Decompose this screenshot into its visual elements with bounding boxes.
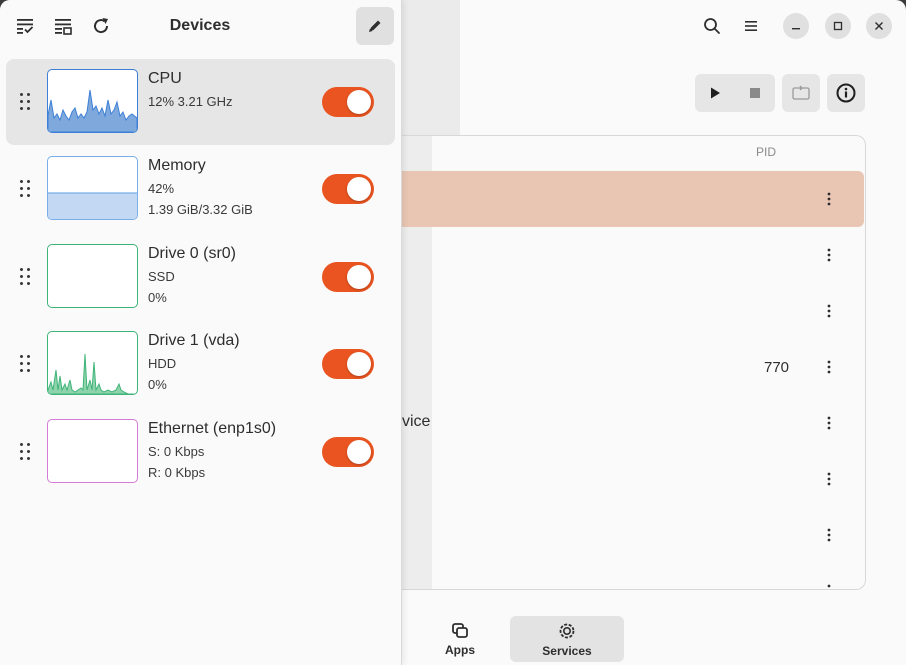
minimize-icon xyxy=(792,28,800,30)
device-row-memory[interactable]: Memory 42% 1.39 GiB/3.32 GiB xyxy=(6,146,395,232)
main-sidebar-strip xyxy=(402,0,460,135)
device-name: Drive 0 (sr0) xyxy=(148,245,237,262)
kebab-icon xyxy=(827,360,831,374)
restart-icon xyxy=(792,85,810,100)
device-detail: 0% xyxy=(148,290,167,305)
stop-icon xyxy=(750,88,760,98)
service-row[interactable] xyxy=(402,451,864,507)
service-row[interactable] xyxy=(402,283,864,339)
restart-service-button[interactable] xyxy=(782,74,820,112)
search-icon xyxy=(704,18,720,34)
panel-title: Devices xyxy=(169,17,231,34)
view-switcher-bar: Apps Services xyxy=(402,600,906,665)
drive0-graph-thumbnail xyxy=(47,244,138,308)
kebab-icon xyxy=(827,528,831,542)
stop-service-button[interactable] xyxy=(735,74,775,112)
devices-panel: Devices CPU 12% 3.21 GHz Memory 42% 1.39… xyxy=(0,0,402,665)
play-icon xyxy=(711,87,720,99)
device-toggle-memory[interactable] xyxy=(322,174,374,204)
service-name-fragment: vice xyxy=(402,413,431,430)
row-menu-button[interactable] xyxy=(824,247,834,263)
row-menu-button[interactable] xyxy=(824,359,834,375)
device-name: Memory xyxy=(148,157,206,174)
device-detail: 0% xyxy=(148,377,167,392)
kebab-icon xyxy=(827,192,831,206)
row-menu-button[interactable] xyxy=(824,303,834,319)
maximize-button[interactable] xyxy=(825,13,851,39)
menu-icon xyxy=(745,21,757,31)
service-info-button[interactable] xyxy=(827,74,865,112)
close-button[interactable] xyxy=(866,13,892,39)
edit-button[interactable] xyxy=(356,7,394,45)
device-name: Drive 1 (vda) xyxy=(148,332,240,349)
kebab-icon xyxy=(827,304,831,318)
device-detail: S: 0 Kbps xyxy=(148,444,205,459)
devices-panel-header: Devices xyxy=(0,0,402,52)
device-toggle-ethernet[interactable] xyxy=(322,437,374,467)
drag-handle-icon[interactable] xyxy=(20,443,32,461)
close-icon xyxy=(875,22,883,30)
service-row[interactable]: vice xyxy=(402,395,864,451)
device-detail: 42% xyxy=(148,181,175,196)
kebab-icon xyxy=(827,472,831,486)
device-toggle-drive0[interactable] xyxy=(322,262,374,292)
service-row[interactable] xyxy=(402,227,864,283)
services-view-label: Services xyxy=(542,643,592,658)
kebab-icon xyxy=(827,416,831,430)
app-window: PID 770 vice Apps Services Devices CPU 1… xyxy=(0,0,906,665)
ethernet-graph-thumbnail xyxy=(47,419,138,483)
service-row[interactable] xyxy=(402,507,864,563)
device-row-cpu[interactable]: CPU 12% 3.21 GHz xyxy=(6,59,395,145)
services-view-button[interactable]: Services xyxy=(510,616,624,662)
service-pid: 770 xyxy=(764,359,790,376)
kebab-icon xyxy=(827,584,831,588)
device-name: CPU xyxy=(148,70,182,87)
services-gear-icon xyxy=(559,623,575,638)
pencil-icon xyxy=(369,20,381,32)
drag-handle-icon[interactable] xyxy=(20,93,32,111)
device-detail: R: 0 Kbps xyxy=(148,465,206,480)
drag-handle-icon[interactable] xyxy=(20,355,32,373)
device-row-drive0[interactable]: Drive 0 (sr0) SSD 0% xyxy=(6,234,395,320)
start-service-button[interactable] xyxy=(695,74,735,112)
drive1-graph-thumbnail xyxy=(47,331,138,395)
main-menu-button[interactable] xyxy=(735,10,767,42)
device-name: Ethernet (enp1s0) xyxy=(148,420,277,437)
device-detail: SSD xyxy=(148,269,175,284)
apps-icon xyxy=(452,622,468,638)
service-row[interactable]: 770 xyxy=(402,339,864,395)
service-row[interactable] xyxy=(402,171,864,227)
service-row[interactable] xyxy=(402,563,864,589)
apps-view-button[interactable]: Apps xyxy=(412,616,508,662)
search-button[interactable] xyxy=(696,10,728,42)
apps-view-label: Apps xyxy=(445,642,475,657)
row-menu-button[interactable] xyxy=(824,471,834,487)
device-row-ethernet[interactable]: Ethernet (enp1s0) S: 0 Kbps R: 0 Kbps xyxy=(6,409,395,495)
service-control-group xyxy=(695,74,775,112)
services-list: PID 770 vice xyxy=(402,135,866,590)
device-row-drive1[interactable]: Drive 1 (vda) HDD 0% xyxy=(6,321,395,407)
row-menu-button[interactable] xyxy=(824,527,834,543)
row-menu-button[interactable] xyxy=(824,191,834,207)
minimize-button[interactable] xyxy=(783,13,809,39)
device-toggle-cpu[interactable] xyxy=(322,87,374,117)
device-toggle-drive1[interactable] xyxy=(322,349,374,379)
drag-handle-icon[interactable] xyxy=(20,268,32,286)
row-menu-button[interactable] xyxy=(824,415,834,431)
pid-column-header[interactable]: PID xyxy=(756,145,776,159)
device-detail: 1.39 GiB/3.32 GiB xyxy=(148,202,253,217)
info-icon xyxy=(836,83,856,103)
drag-handle-icon[interactable] xyxy=(20,180,32,198)
kebab-icon xyxy=(827,248,831,262)
device-detail: 12% 3.21 GHz xyxy=(148,94,233,109)
memory-graph-thumbnail xyxy=(47,156,138,220)
device-detail: HDD xyxy=(148,356,177,371)
maximize-icon xyxy=(833,21,843,31)
row-menu-button[interactable] xyxy=(824,583,834,589)
cpu-graph-thumbnail xyxy=(47,69,138,133)
